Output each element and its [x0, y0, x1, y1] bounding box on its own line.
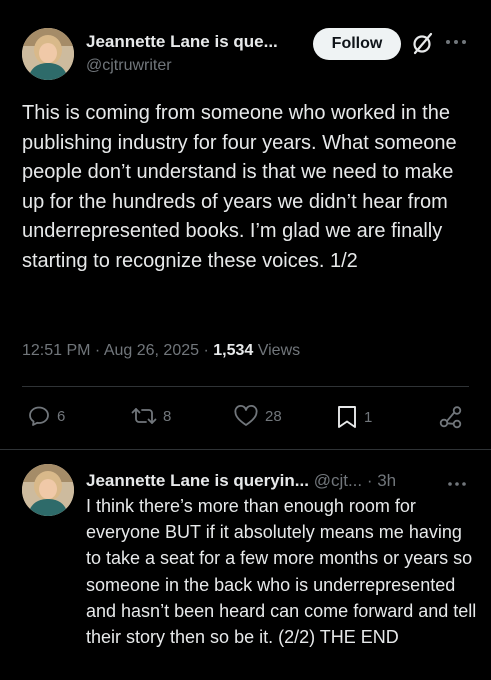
reply-count: 6 — [57, 407, 66, 425]
share-icon — [439, 406, 462, 429]
like-button[interactable]: 28 — [233, 404, 282, 428]
author-avatar[interactable] — [22, 28, 74, 80]
author-handle[interactable]: @cjtruwriter — [86, 57, 172, 75]
tweet-detail-page: Jeannette Lane is que... @cjtruwriter Fo… — [0, 0, 491, 680]
grok-icon[interactable] — [411, 31, 435, 57]
more-icon[interactable] — [444, 34, 468, 50]
divider-bottom — [0, 449, 491, 450]
repost-count: 8 — [163, 407, 172, 425]
reply-author-name[interactable]: Jeannette Lane is queryin... — [86, 471, 309, 490]
author-avatar-image — [22, 28, 74, 80]
bookmark-icon — [338, 406, 356, 428]
views-count: 1,534 — [213, 342, 254, 359]
views-label: Views — [253, 342, 301, 359]
previous-tweet-edge — [0, 0, 491, 6]
bookmark-button[interactable]: 1 — [336, 404, 372, 430]
author-name[interactable]: Jeannette Lane is que... — [86, 32, 278, 52]
tweet-text: This is coming from someone who worked i… — [22, 102, 457, 272]
like-count: 28 — [265, 407, 282, 425]
reply-button[interactable]: 6 — [27, 404, 65, 428]
share-button[interactable] — [438, 404, 464, 430]
follow-button[interactable]: Follow — [313, 28, 401, 60]
reply-author-meta[interactable]: @cjt... · 3h — [309, 471, 396, 490]
divider-top — [22, 386, 469, 387]
reply-avatar-image — [22, 464, 74, 516]
tweet-timestamp[interactable]: 12:51 PM · Aug 26, 2025 · — [22, 342, 213, 359]
heart-icon — [234, 404, 258, 426]
tweet-meta: 12:51 PM · Aug 26, 2025 · 1,534 Views — [22, 342, 300, 360]
reply-author-avatar[interactable] — [22, 464, 74, 516]
repost-button[interactable]: 8 — [131, 404, 171, 428]
repost-icon — [131, 408, 157, 424]
bookmark-count: 1 — [364, 408, 373, 426]
reply-more-icon[interactable] — [446, 477, 468, 491]
reply-text: I think there’s more than enough room fo… — [86, 496, 477, 648]
tweet-actions: 6 8 28 1 — [0, 404, 491, 434]
reply-header: Jeannette Lane is queryin... @cjt... · 3… — [86, 471, 396, 491]
reply-icon — [29, 406, 49, 426]
